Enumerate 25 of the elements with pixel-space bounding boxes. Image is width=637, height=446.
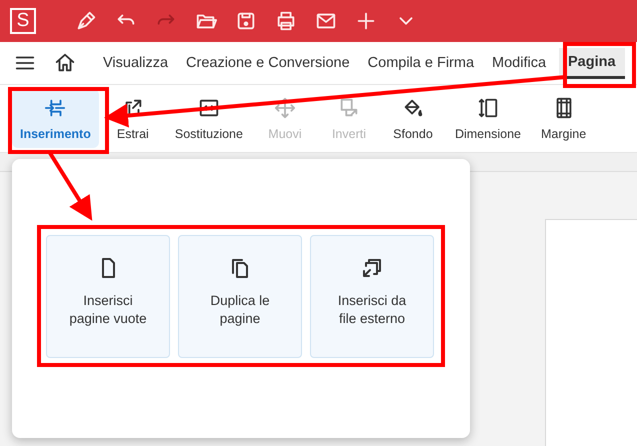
- app-logo[interactable]: S: [10, 8, 36, 34]
- menu-tab[interactable]: Creazione e Conversione: [177, 46, 359, 80]
- save-icon: [235, 10, 257, 32]
- home-icon: [54, 52, 76, 74]
- option-card[interactable]: Duplica le pagine: [178, 235, 302, 358]
- move-icon: [274, 96, 296, 118]
- ribbon-button[interactable]: Inserimento: [12, 89, 99, 148]
- ribbon-button[interactable]: Dimensione: [446, 89, 529, 148]
- menu-tab[interactable]: Modifica: [483, 46, 556, 80]
- flip-pages-icon: [338, 96, 360, 118]
- ribbon-button[interactable]: Sfondo: [382, 89, 443, 148]
- print-icon: [275, 10, 297, 32]
- option-card[interactable]: Inserisci pagine vuote: [46, 235, 170, 358]
- page-size-icon: [476, 96, 499, 118]
- plus-icon: [355, 10, 377, 32]
- option-card[interactable]: Inserisci da file esterno: [310, 235, 434, 358]
- pen-icon: [75, 10, 97, 32]
- menu-tab[interactable]: Pagina: [559, 48, 625, 78]
- menu-tab[interactable]: Visualizza: [94, 46, 178, 80]
- ribbon-button[interactable]: Estrai: [102, 89, 163, 148]
- menu-tab[interactable]: Compila e Firma: [358, 46, 484, 80]
- ribbon-button[interactable]: Margine: [532, 89, 594, 148]
- ribbon-button[interactable]: Sostituzione: [166, 89, 251, 148]
- annotation-arrow: [48, 152, 92, 221]
- import-pages-icon: [360, 256, 384, 280]
